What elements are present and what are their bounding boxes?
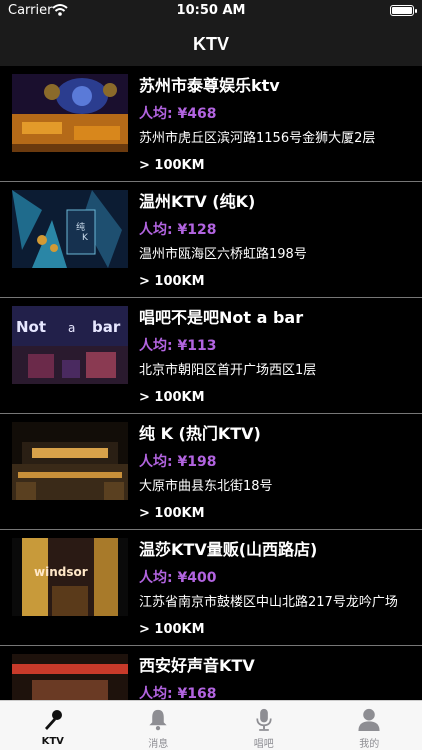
person-icon xyxy=(358,708,380,732)
venue-address: 江苏省南京市鼓楼区中山北路217号龙吟广场 xyxy=(139,595,398,610)
list-item[interactable]: Not a bar 唱吧不是吧Not a bar 人均: ¥113 北京市朝阳区… xyxy=(0,298,422,414)
status-bar: Carrier 10:50 AM xyxy=(0,0,422,22)
list-item[interactable]: 纯 K 温州KTV (纯K) 人均: ¥128 温州市瓯海区六桥虹路198号 >… xyxy=(0,182,422,298)
tab-label: 唱吧 xyxy=(253,739,274,750)
list-item[interactable]: 苏州市泰尊娱乐ktv 人均: ¥468 苏州市虎丘区滨河路1156号金狮大厦2层… xyxy=(0,66,422,182)
venue-price: 人均: ¥468 xyxy=(139,106,217,122)
sign-a: a xyxy=(68,321,75,335)
venue-price: 人均: ¥400 xyxy=(139,570,217,586)
microphone-icon xyxy=(44,710,62,730)
venue-address: 温州市瓯海区六桥虹路198号 xyxy=(139,247,307,262)
tab-changba[interactable]: 唱吧 xyxy=(211,701,317,750)
venue-info: 纯 K (热门KTV) 人均: ¥198 大原市曲县东北街18号 > 100KM xyxy=(139,421,418,525)
sign-bar: bar xyxy=(92,318,121,336)
venue-info: 温莎KTV量贩(山西路店) 人均: ¥400 江苏省南京市鼓楼区中山北路217号… xyxy=(139,537,418,641)
list-item[interactable]: windsor 温莎KTV量贩(山西路店) 人均: ¥400 江苏省南京市鼓楼区… xyxy=(0,530,422,646)
venue-name: 温州KTV (纯K) xyxy=(139,192,256,211)
venue-name: 苏州市泰尊娱乐ktv xyxy=(139,76,280,95)
venue-name: 纯 K (热门KTV) xyxy=(139,424,261,443)
venue-thumbnail xyxy=(12,422,128,500)
svg-text:纯: 纯 xyxy=(76,221,85,233)
venue-info: 西安好声音KTV 人均: ¥168 xyxy=(139,653,418,700)
venue-distance: > 100KM xyxy=(139,622,205,637)
venue-distance: > 100KM xyxy=(139,274,205,289)
tab-label: 我的 xyxy=(359,739,380,750)
tab-messages[interactable]: 消息 xyxy=(106,701,212,750)
battery-icon xyxy=(390,5,417,16)
tab-profile[interactable]: 我的 xyxy=(317,701,422,750)
venue-thumbnail xyxy=(12,654,128,700)
venue-address: 大原市曲县东北街18号 xyxy=(139,479,273,494)
venue-info: 唱吧不是吧Not a bar 人均: ¥113 北京市朝阳区首开广场西区1层 >… xyxy=(139,305,418,409)
venue-thumbnail xyxy=(12,74,128,152)
status-time: 10:50 AM xyxy=(176,3,246,18)
bell-icon xyxy=(149,709,167,731)
sign-windsor: windsor xyxy=(34,565,88,579)
venue-thumbnail: windsor xyxy=(12,538,128,616)
venue-price: 人均: ¥198 xyxy=(139,454,217,470)
page-title: KTV xyxy=(193,33,229,54)
venue-thumbnail: 纯 K xyxy=(12,190,128,268)
tab-ktv[interactable]: KTV xyxy=(0,701,106,750)
venue-name: 唱吧不是吧Not a bar xyxy=(139,308,304,327)
venue-distance: > 100KM xyxy=(139,506,205,521)
venue-thumbnail: Not a bar xyxy=(12,306,128,384)
venue-name: 温莎KTV量贩(山西路店) xyxy=(139,540,318,559)
list-item[interactable]: 纯 K (热门KTV) 人均: ¥198 大原市曲县东北街18号 > 100KM xyxy=(0,414,422,530)
venue-name: 西安好声音KTV xyxy=(139,656,255,675)
venue-info: 温州KTV (纯K) 人均: ¥128 温州市瓯海区六桥虹路198号 > 100… xyxy=(139,189,418,293)
venue-address: 苏州市虎丘区滨河路1156号金狮大厦2层 xyxy=(139,131,376,146)
venue-distance: > 100KM xyxy=(139,390,205,405)
tab-bar: KTV 消息 唱吧 我的 xyxy=(0,700,422,750)
nav-bar: KTV xyxy=(0,22,422,66)
list-item[interactable]: 西安好声音KTV 人均: ¥168 xyxy=(0,646,422,700)
tab-label: KTV xyxy=(41,736,64,747)
venue-distance: > 100KM xyxy=(139,158,205,173)
venue-price: 人均: ¥168 xyxy=(139,686,217,700)
venue-price: 人均: ¥113 xyxy=(139,338,217,354)
ktv-list[interactable]: 苏州市泰尊娱乐ktv 人均: ¥468 苏州市虎丘区滨河路1156号金狮大厦2层… xyxy=(0,66,422,700)
tab-label: 消息 xyxy=(148,739,169,750)
venue-price: 人均: ¥128 xyxy=(139,222,217,238)
venue-info: 苏州市泰尊娱乐ktv 人均: ¥468 苏州市虎丘区滨河路1156号金狮大厦2层… xyxy=(139,73,418,177)
venue-address: 北京市朝阳区首开广场西区1层 xyxy=(139,363,317,378)
sign-not: Not xyxy=(16,318,46,336)
mic-icon xyxy=(256,708,272,731)
